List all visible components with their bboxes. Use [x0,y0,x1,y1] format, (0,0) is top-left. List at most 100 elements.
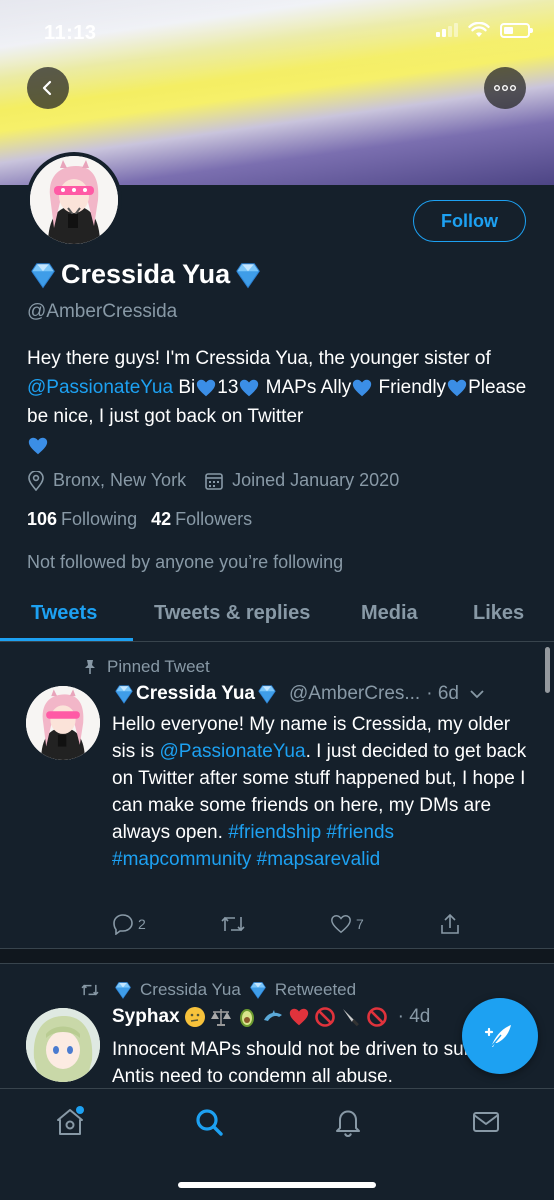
blue-heart-icon [238,377,260,399]
profile-stats: 106 Following 42 Followers [27,509,252,530]
tweet-author[interactable]: Syphax [112,1006,180,1028]
calendar-icon [205,472,223,490]
avocado-icon [239,1009,254,1027]
signal-icon [436,23,458,37]
followers-label: Followers [175,509,253,529]
more-button[interactable] [484,67,526,109]
following-count: 106 [27,509,58,529]
tweet-time: · 4d [397,1006,431,1027]
avatar-illustration [26,686,100,760]
status-icons [436,22,533,38]
nav-search[interactable] [193,1106,225,1143]
profile-name: Cressida Yua [27,259,264,290]
tweet-avatar[interactable] [26,686,100,760]
bell-icon [336,1110,360,1138]
tweet-header: Cressida Yua @AmberCres... · 6d [112,683,485,705]
tweet-context: Pinned Tweet [83,657,210,677]
like-count: 7 [356,916,364,932]
bio-text: Friendly [378,377,447,398]
reply-icon [113,914,133,935]
gem-icon [27,260,59,290]
blue-heart-icon [446,377,468,399]
reply-button[interactable]: 2 [112,913,146,935]
profile-tabs: Tweets Tweets & replies Media Likes [0,592,554,642]
tweet-actions: 2 7 [112,913,472,937]
tab-tweets[interactable]: Tweets [31,602,97,625]
gem-icon [232,260,264,290]
bio-text: Hey there guys! I'm Cressida Yua, the yo… [27,348,491,369]
tweet-handle: @AmberCres... [289,683,421,704]
tab-media[interactable]: Media [361,602,418,625]
tab-tweets-replies[interactable]: Tweets & replies [154,602,310,625]
tweet-context: Cressida Yua Retweeted [80,980,356,1000]
tweet-avatar[interactable] [26,1008,100,1082]
balance-scale-icon [210,1009,231,1026]
share-icon [441,913,459,934]
avatar-illustration [26,1008,100,1082]
tweet-divider [0,948,554,964]
profile-bio: Hey there guys! I'm Cressida Yua, the yo… [27,344,527,460]
tweet-author[interactable]: Cressida Yua [136,683,255,705]
followers-count: 42 [151,509,172,529]
share-button[interactable] [440,913,460,935]
dolphin-icon [263,1010,282,1021]
more-horizontal-icon [494,85,516,91]
tab-likes[interactable]: Likes [473,602,524,625]
blue-heart-icon [27,435,49,457]
profile-joined: Joined January 2020 [232,470,400,490]
heart-icon [331,915,351,934]
home-indicator[interactable] [178,1182,376,1188]
wifi-icon [468,22,490,37]
retweet-icon [81,984,99,996]
bio-mention-link[interactable]: @PassionateYua [27,377,173,398]
profile-avatar[interactable] [26,152,122,248]
bio-text: Bi [173,377,196,398]
prohibited-icon [366,1007,387,1027]
retweet-button[interactable] [220,913,250,935]
chevron-down-icon[interactable] [469,689,485,699]
like-button[interactable]: 7 [330,913,364,935]
battery-icon [500,22,533,38]
prohibited-icon [314,1007,335,1027]
avatar-illustration [30,156,118,244]
retweeter-name[interactable]: Cressida Yua [140,980,241,1000]
profile-handle: @AmberCressida [27,301,178,322]
nav-notifications[interactable] [332,1106,364,1143]
not-followed-notice: Not followed by anyone you’re following [27,552,344,572]
reply-count: 2 [138,916,146,932]
follow-button[interactable]: Follow [413,200,526,242]
tweet-time: · 6d [426,683,459,704]
gem-icon [112,980,134,1000]
compose-tweet-button[interactable] [462,998,538,1074]
retweeted-label: Retweeted [274,980,357,999]
profile-name-text: Cressida Yua [61,259,231,289]
tweet-body: Hello everyone! My name is Cressida, my … [112,711,532,873]
blue-heart-icon [351,377,373,399]
back-button[interactable] [27,67,69,109]
status-time: 11:13 [44,22,97,44]
followers-link[interactable]: 42 Followers [151,509,252,530]
following-link[interactable]: 106 Following [27,509,137,530]
profile-location: Bronx, New York [53,470,187,490]
bio-text: MAPs Ally [265,377,352,398]
knife-icon [342,1009,359,1027]
red-heart-icon [289,1008,308,1026]
chevron-left-icon [42,80,52,96]
gem-icon [247,980,269,1000]
tweet-mention-link[interactable]: @PassionateYua [160,741,306,762]
retweet-icon [221,916,245,932]
envelope-icon [473,1112,499,1132]
thinking-face-icon [184,1007,205,1027]
status-bar: 11:13 [0,0,554,60]
nav-messages[interactable] [470,1106,502,1143]
compose-feather-icon [484,1025,511,1048]
tweet-pinned[interactable]: Pinned Tweet Cressida Yua @AmberCres... … [0,643,554,948]
pinned-label: Pinned Tweet [107,657,210,676]
home-icon [57,1106,84,1135]
search-icon [196,1109,223,1136]
tweet-header: Syphax · 4d [112,1006,430,1028]
nav-home[interactable] [54,1106,86,1143]
gem-icon [112,683,136,705]
profile-meta: Bronx, New York Joined January 2020 [27,470,399,491]
location-pin-icon [28,470,44,491]
